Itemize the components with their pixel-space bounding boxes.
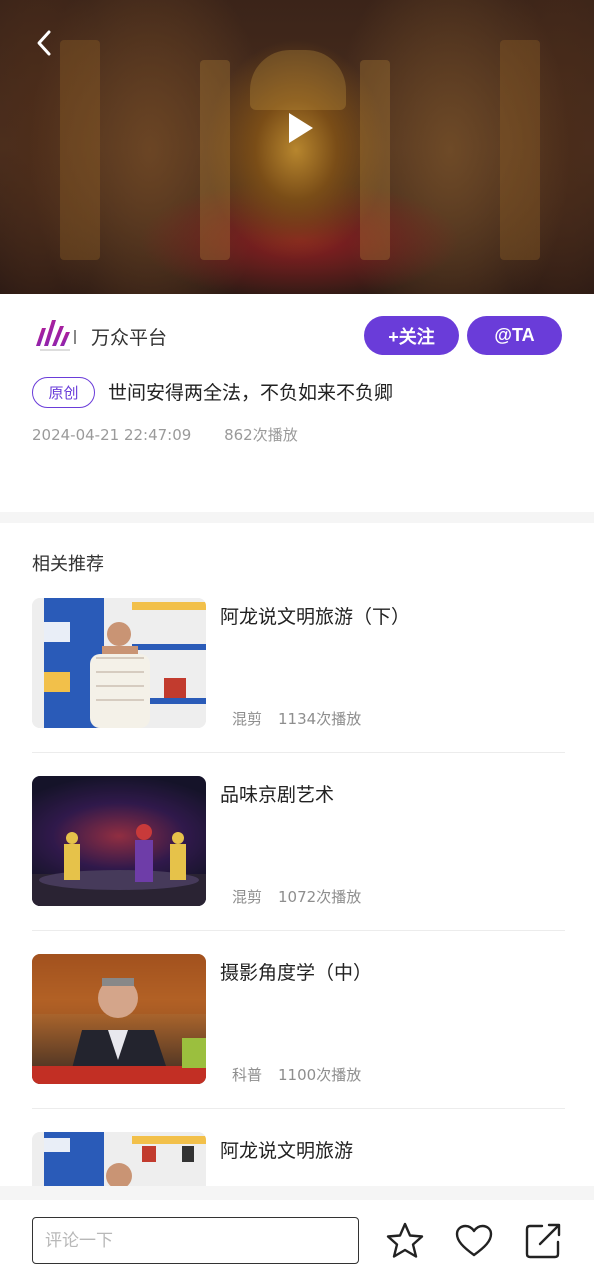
back-button[interactable] (28, 26, 62, 60)
like-button[interactable] (453, 1220, 495, 1262)
list-item-title: 阿龙说文明旅游（下） (220, 606, 411, 628)
mention-button[interactable]: @TA (467, 316, 562, 355)
star-icon (386, 1222, 424, 1258)
list-item-play-count: 1134次播放 (278, 710, 362, 728)
bottom-divider (0, 1186, 594, 1200)
video-player[interactable] (0, 0, 594, 294)
post-play-count: 862次播放 (224, 426, 298, 444)
list-item[interactable]: 阿龙说文明旅游 (32, 1132, 565, 1186)
play-button[interactable] (276, 106, 320, 150)
list-item-meta: 混剪 1134次播放 (232, 708, 361, 729)
list-item-category: 混剪 (232, 888, 263, 906)
list-item-meta: 科普 1100次播放 (232, 1064, 361, 1085)
bottom-action-bar (0, 1200, 594, 1280)
play-icon (289, 113, 313, 143)
related-heading: 相关推荐 (32, 554, 104, 575)
list-item-meta: 混剪 1072次播放 (232, 886, 361, 907)
list-item[interactable]: 品味京剧艺术 混剪 1072次播放 (32, 776, 565, 954)
video-thumbnail (32, 954, 206, 1084)
list-item-play-count: 1100次播放 (278, 1066, 362, 1084)
post-meta: 2024-04-21 22:47:09 862次播放 (32, 424, 298, 445)
share-icon (525, 1223, 561, 1259)
original-badge: 原创 (32, 377, 95, 408)
divider (32, 752, 565, 753)
list-item-play-count: 1072次播放 (278, 888, 362, 906)
section-divider (0, 512, 594, 523)
video-thumbnail (32, 1132, 206, 1186)
post-date: 2024-04-21 22:47:09 (32, 426, 192, 444)
brand-logo-icon (36, 320, 76, 351)
comment-input[interactable] (32, 1217, 359, 1264)
post-info-section: 万众平台 +关注 @TA 原创 世间安得两全法，不负如来不负卿 2024-04-… (0, 294, 594, 512)
follow-button[interactable]: +关注 (364, 316, 459, 355)
chevron-left-icon (37, 30, 51, 56)
list-item[interactable]: 阿龙说文明旅游（下） 混剪 1134次播放 (32, 598, 565, 776)
video-title: 世间安得两全法，不负如来不负卿 (108, 382, 394, 404)
divider (32, 930, 565, 931)
list-item-category: 科普 (232, 1066, 263, 1084)
video-thumbnail (32, 598, 206, 728)
heart-icon (455, 1224, 493, 1257)
list-item-category: 混剪 (232, 710, 263, 728)
author-name[interactable]: 万众平台 (91, 323, 167, 350)
share-button[interactable] (522, 1220, 564, 1262)
video-thumbnail (32, 776, 206, 906)
list-item-title: 摄影角度学（中） (220, 962, 373, 984)
favorite-button[interactable] (384, 1220, 426, 1262)
list-item-title: 品味京剧艺术 (220, 784, 335, 806)
author-avatar[interactable] (32, 314, 80, 354)
list-item[interactable]: 摄影角度学（中） 科普 1100次播放 (32, 954, 565, 1132)
divider (32, 1108, 565, 1109)
list-item-title: 阿龙说文明旅游 (220, 1140, 354, 1162)
